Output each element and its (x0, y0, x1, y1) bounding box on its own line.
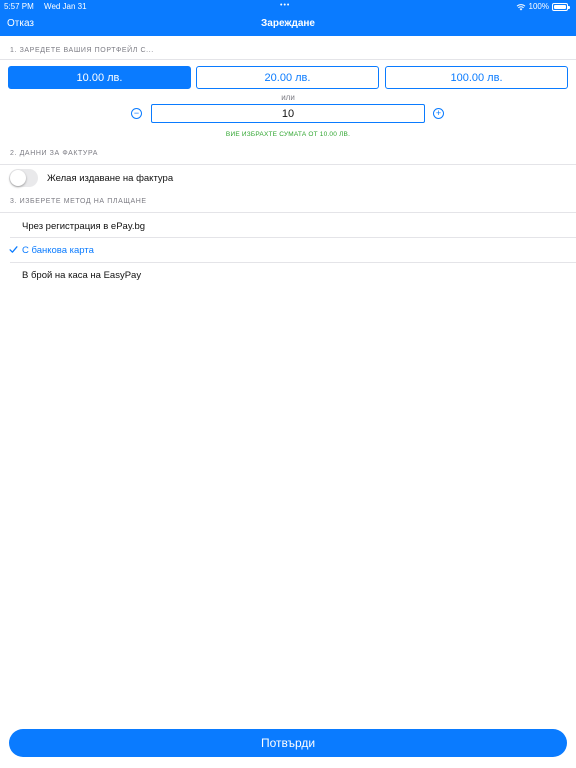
payment-method-epay[interactable]: Чрез регистрация в ePay.bg (0, 214, 576, 238)
wifi-icon (516, 3, 525, 10)
status-bar-left: 5:57 PM Wed Jan 31 (4, 2, 87, 11)
custom-amount-input[interactable] (151, 104, 425, 123)
navigation-bar: 5:57 PM Wed Jan 31 ••• 100% Отказ Зарежд… (0, 0, 576, 36)
payment-method-card[interactable]: С банкова карта (0, 238, 576, 262)
divider (0, 212, 576, 213)
battery-percent: 100% (528, 2, 549, 11)
payment-method-label: Чрез регистрация в ePay.bg (22, 221, 146, 232)
status-bar-right: 100% (516, 2, 570, 11)
status-date: Wed Jan 31 (44, 2, 87, 11)
status-time: 5:57 PM (4, 2, 34, 11)
minus-icon: − (133, 108, 140, 118)
payment-method-easypay[interactable]: В брой на каса на EasyPay (0, 263, 576, 287)
payment-method-label: С банкова карта (22, 245, 94, 256)
divider (0, 59, 576, 60)
section-payment-header: 3. Изберете метод на плащане (10, 198, 147, 205)
amount-button-20[interactable]: 20.00 лв. (196, 66, 379, 89)
divider (0, 164, 576, 165)
amount-button-100[interactable]: 100.00 лв. (385, 66, 568, 89)
battery-icon (552, 2, 570, 11)
decrease-amount-button[interactable]: − (131, 108, 142, 119)
confirm-button[interactable]: Потвърди (9, 729, 567, 757)
toggle-knob (10, 170, 26, 186)
selected-amount-summary: ВИЕ ИЗБРАХТЕ СУМАТА ОТ 10.00 ЛВ. (225, 131, 351, 138)
increase-amount-button[interactable]: + (433, 108, 444, 119)
plus-icon: + (435, 108, 442, 118)
section-wallet-header: 1. Заредете вашия портфейл с... (10, 47, 154, 54)
invoice-toggle-label: Желая издаване на фактура (47, 173, 174, 184)
multitasking-dots-icon[interactable]: ••• (280, 2, 290, 9)
payment-method-label: В брой на каса на EasyPay (22, 270, 142, 281)
amount-button-10[interactable]: 10.00 лв. (8, 66, 191, 89)
or-label: или (281, 93, 295, 102)
checkmark-icon (9, 246, 18, 253)
page-title: Зареждане (261, 18, 315, 29)
section-invoice-header: 2. Данни за фактура (10, 150, 99, 157)
invoice-toggle[interactable] (9, 169, 38, 187)
